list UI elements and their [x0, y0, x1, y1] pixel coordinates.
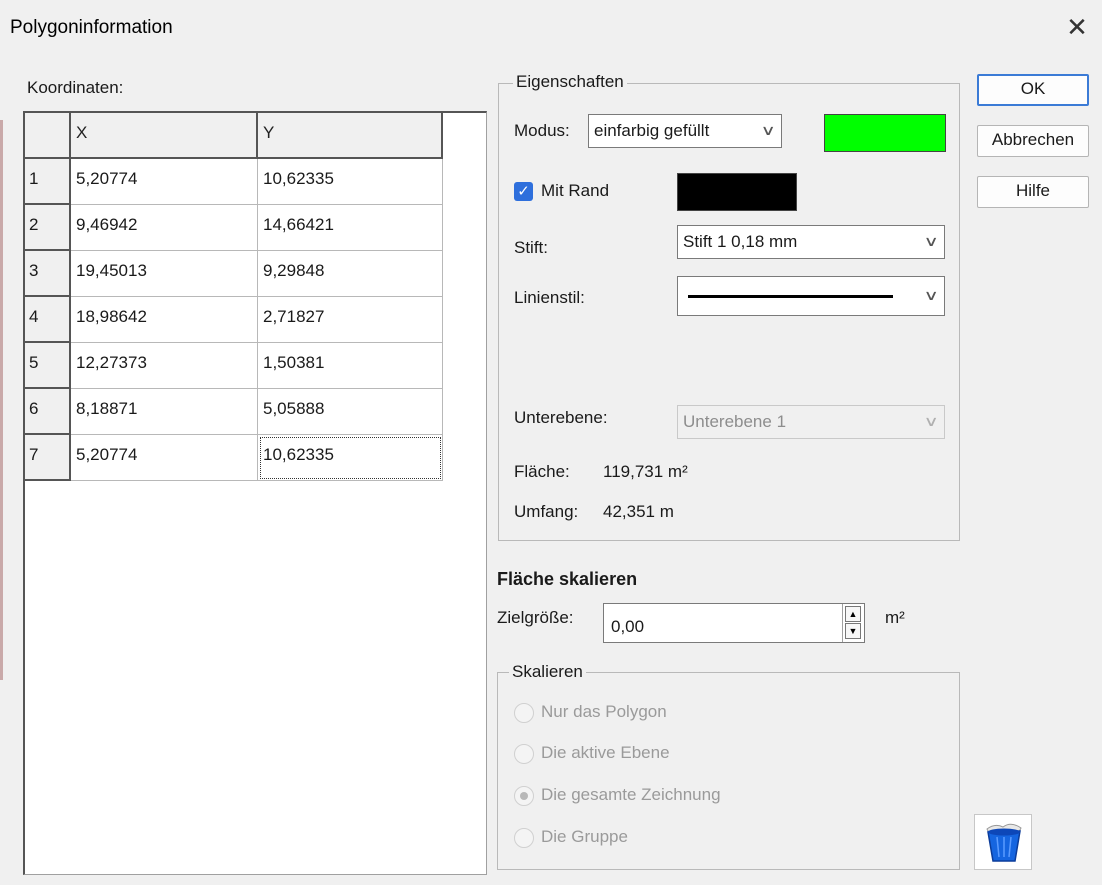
coords-label: Koordinaten:	[27, 78, 124, 97]
column-header-x[interactable]: X	[71, 113, 258, 159]
scale-heading: Fläche skalieren	[497, 569, 638, 589]
target-size-field[interactable]: 0,00 ▲ ▼	[603, 603, 865, 643]
scale-option-radio[interactable]	[514, 828, 534, 848]
scale-option-label: Die gesamte Zeichnung	[541, 785, 721, 804]
cell-y[interactable]: 10,62335	[258, 159, 443, 205]
row-number[interactable]: 6	[25, 389, 71, 435]
pen-select[interactable]: Stift 1 0,18 mm ∨	[677, 225, 945, 259]
cell-x[interactable]: 12,27373	[71, 343, 258, 389]
target-size-label: Zielgröße:	[497, 608, 574, 627]
pen-label: Stift:	[514, 238, 549, 257]
border-checkbox-label: Mit Rand	[541, 181, 610, 200]
scale-option-radio[interactable]	[514, 703, 534, 723]
cell-y[interactable]: 2,71827	[258, 297, 443, 343]
fill-color-swatch[interactable]	[824, 114, 946, 152]
scale-option-radio[interactable]	[514, 786, 534, 806]
help-button[interactable]: Hilfe	[977, 176, 1089, 208]
chevron-down-icon: ∨	[923, 287, 939, 303]
cell-y[interactable]: 9,29848	[258, 251, 443, 297]
row-number[interactable]: 3	[25, 251, 71, 297]
cell-x[interactable]: 5,20774	[71, 159, 258, 205]
cell-x[interactable]: 9,46942	[71, 205, 258, 251]
cell-y[interactable]: 10,62335	[258, 435, 443, 481]
row-number[interactable]: 2	[25, 205, 71, 251]
cell-y[interactable]: 14,66421	[258, 205, 443, 251]
cell-x[interactable]: 5,20774	[71, 435, 258, 481]
cell-x[interactable]: 18,98642	[71, 297, 258, 343]
scale-options-title: Skalieren	[509, 662, 586, 682]
row-number[interactable]: 5	[25, 343, 71, 389]
window-edge	[0, 120, 3, 680]
recycle-bin-button[interactable]	[974, 814, 1032, 870]
row-number[interactable]: 4	[25, 297, 71, 343]
column-header-y[interactable]: Y	[258, 113, 443, 159]
perimeter-label: Umfang:	[514, 502, 579, 521]
linestyle-select[interactable]: ∨	[677, 276, 945, 316]
cancel-button[interactable]: Abbrechen	[977, 125, 1089, 157]
close-icon[interactable]: ✕	[1060, 10, 1094, 44]
line-style-preview	[688, 295, 893, 298]
scale-option-label: Die Gruppe	[541, 827, 628, 846]
pen-select-value: Stift 1 0,18 mm	[683, 232, 798, 251]
cell-y[interactable]: 5,05888	[258, 389, 443, 435]
perimeter-value: 42,351 m	[603, 502, 674, 521]
scale-option-label: Nur das Polygon	[541, 702, 667, 721]
chevron-down-icon: ∨	[923, 413, 939, 429]
mode-select[interactable]: einfarbig gefüllt ∨	[588, 114, 782, 148]
mode-select-value: einfarbig gefüllt	[594, 121, 710, 140]
spin-up-button[interactable]: ▲	[845, 606, 861, 622]
recycle-bin-icon	[986, 823, 1022, 862]
row-number[interactable]: 7	[25, 435, 71, 481]
target-size-spinner: ▲ ▼	[842, 604, 864, 642]
cell-x[interactable]: 8,18871	[71, 389, 258, 435]
linestyle-label: Linienstil:	[514, 288, 585, 307]
chevron-down-icon: ∨	[760, 122, 776, 138]
window-title: Polygoninformation	[10, 17, 173, 38]
border-checkbox[interactable]: ✓	[514, 182, 533, 201]
grid-corner	[25, 113, 71, 159]
title-bar: Polygoninformation ✕	[0, 0, 1102, 60]
cell-y[interactable]: 1,50381	[258, 343, 443, 389]
row-number[interactable]: 1	[25, 159, 71, 205]
spin-down-button[interactable]: ▼	[845, 623, 861, 639]
area-value: 119,731 m²	[603, 462, 688, 481]
coordinate-grid[interactable]: X Y 1 5,20774 10,62335 2 9,46942 14,66421 3 19,45…	[23, 111, 487, 875]
border-color-swatch[interactable]	[677, 173, 797, 211]
target-size-unit: m²	[885, 608, 905, 627]
scale-option-radio[interactable]	[514, 744, 534, 764]
sublayer-label: Unterebene:	[514, 408, 608, 427]
scale-option-label: Die aktive Ebene	[541, 743, 670, 762]
ok-button[interactable]: OK	[977, 74, 1089, 106]
sublayer-select[interactable]: Unterebene 1 ∨	[677, 405, 945, 439]
cell-x[interactable]: 19,45013	[71, 251, 258, 297]
area-label: Fläche:	[514, 462, 570, 481]
sublayer-select-value: Unterebene 1	[683, 412, 787, 431]
mode-label: Modus:	[514, 121, 570, 140]
chevron-down-icon: ∨	[923, 233, 939, 249]
properties-group-title: Eigenschaften	[513, 72, 627, 92]
target-size-value: 0,00	[611, 617, 645, 636]
